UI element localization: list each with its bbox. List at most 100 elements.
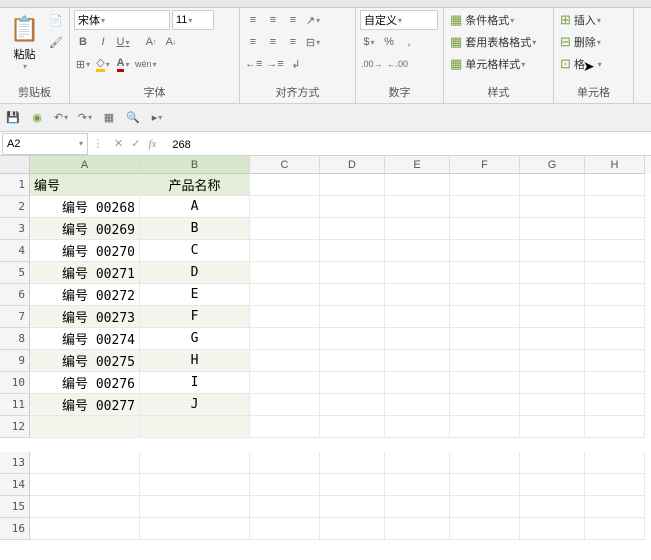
save-button[interactable]: 💾 [4,109,22,127]
cell[interactable]: I [140,372,250,394]
cell[interactable] [30,416,140,438]
cell[interactable]: 编号 00270 [30,240,140,262]
cell[interactable] [385,416,450,438]
cell[interactable] [30,496,140,518]
cell[interactable] [450,416,520,438]
cell[interactable] [450,196,520,218]
cell[interactable] [585,350,645,372]
cell[interactable] [585,518,645,540]
cell[interactable] [385,350,450,372]
cell[interactable] [30,452,140,474]
cell[interactable] [585,240,645,262]
cell[interactable] [320,174,385,196]
formula-bar[interactable]: 268 [164,137,651,151]
fill-color-button[interactable]: ◇▾ [94,54,112,74]
cell[interactable] [320,496,385,518]
cell[interactable] [520,196,585,218]
cell[interactable]: H [140,350,250,372]
cell[interactable] [250,350,320,372]
cell[interactable] [450,174,520,196]
number-format-combo[interactable]: 自定义▾ [360,10,438,30]
decrease-decimal-button[interactable]: ←.00 [386,54,410,74]
cell[interactable] [140,416,250,438]
comma-button[interactable]: , [400,32,418,52]
cell[interactable]: J [140,394,250,416]
cell[interactable] [320,262,385,284]
font-name-combo[interactable]: 宋体▾ [74,10,170,30]
cell[interactable] [250,496,320,518]
cell[interactable] [320,218,385,240]
select-all-corner[interactable] [0,156,30,174]
table-format-button[interactable]: ▦套用表格格式▾ [448,32,538,52]
cell[interactable] [320,474,385,496]
cell[interactable] [250,306,320,328]
cell[interactable]: 编号 00274 [30,328,140,350]
cell[interactable] [320,394,385,416]
cell[interactable] [385,328,450,350]
row-header[interactable]: 2 [0,196,30,218]
cell[interactable] [385,218,450,240]
cell[interactable] [450,394,520,416]
row-header[interactable]: 12 [0,416,30,438]
cell[interactable] [585,416,645,438]
cell[interactable] [385,306,450,328]
cell[interactable] [250,416,320,438]
column-header-A[interactable]: A [30,156,140,174]
cell[interactable] [450,306,520,328]
cell[interactable] [320,328,385,350]
enter-button[interactable]: ✓ [131,137,140,150]
cell[interactable] [585,394,645,416]
row-header[interactable]: 8 [0,328,30,350]
column-header-H[interactable]: H [585,156,645,174]
row-header[interactable]: 6 [0,284,30,306]
cell[interactable] [320,518,385,540]
cell[interactable] [385,394,450,416]
cell[interactable] [320,350,385,372]
align-bottom-button[interactable]: ≡ [284,10,302,30]
cell[interactable] [450,496,520,518]
cell[interactable]: E [140,284,250,306]
cell[interactable] [520,328,585,350]
print-preview-button[interactable]: 🔍 [124,109,142,127]
row-header[interactable]: 13 [0,452,30,474]
undo-button[interactable]: ↶▾ [52,109,70,127]
cell[interactable] [450,218,520,240]
cell[interactable]: 编号 00268 [30,196,140,218]
cell[interactable] [585,218,645,240]
cell[interactable] [585,328,645,350]
name-box[interactable]: A2 ▾ [2,133,88,155]
cell[interactable] [320,306,385,328]
cell[interactable] [520,394,585,416]
cell[interactable] [140,496,250,518]
paste-button[interactable]: 📋 粘贴 ▾ [4,10,45,76]
column-header-C[interactable]: C [250,156,320,174]
cell[interactable] [520,452,585,474]
cell[interactable] [585,306,645,328]
qat-button-5[interactable]: ▦ [100,109,118,127]
cell[interactable] [450,474,520,496]
percent-button[interactable]: % [380,32,398,52]
cell[interactable] [385,262,450,284]
cell[interactable] [585,174,645,196]
cell[interactable]: B [140,218,250,240]
cell[interactable] [520,240,585,262]
cell[interactable] [585,452,645,474]
cell[interactable]: C [140,240,250,262]
cell[interactable] [320,416,385,438]
cell[interactable] [250,394,320,416]
cell[interactable] [250,474,320,496]
cell[interactable]: G [140,328,250,350]
cell[interactable] [250,372,320,394]
align-center-button[interactable]: ≡ [264,32,282,52]
column-header-E[interactable]: E [385,156,450,174]
borders-button[interactable]: ⊞▾ [74,54,92,74]
insert-button[interactable]: ⊞插入▾ [558,10,603,30]
cell[interactable] [385,518,450,540]
cell[interactable]: 编号 [30,174,140,196]
cell[interactable] [250,218,320,240]
align-right-button[interactable]: ≡ [284,32,302,52]
qat-button-7[interactable]: ▸▾ [148,109,166,127]
cell[interactable] [450,518,520,540]
orientation-button[interactable]: ↗▾ [304,10,322,30]
conditional-format-button[interactable]: ▦条件格式▾ [448,10,516,30]
